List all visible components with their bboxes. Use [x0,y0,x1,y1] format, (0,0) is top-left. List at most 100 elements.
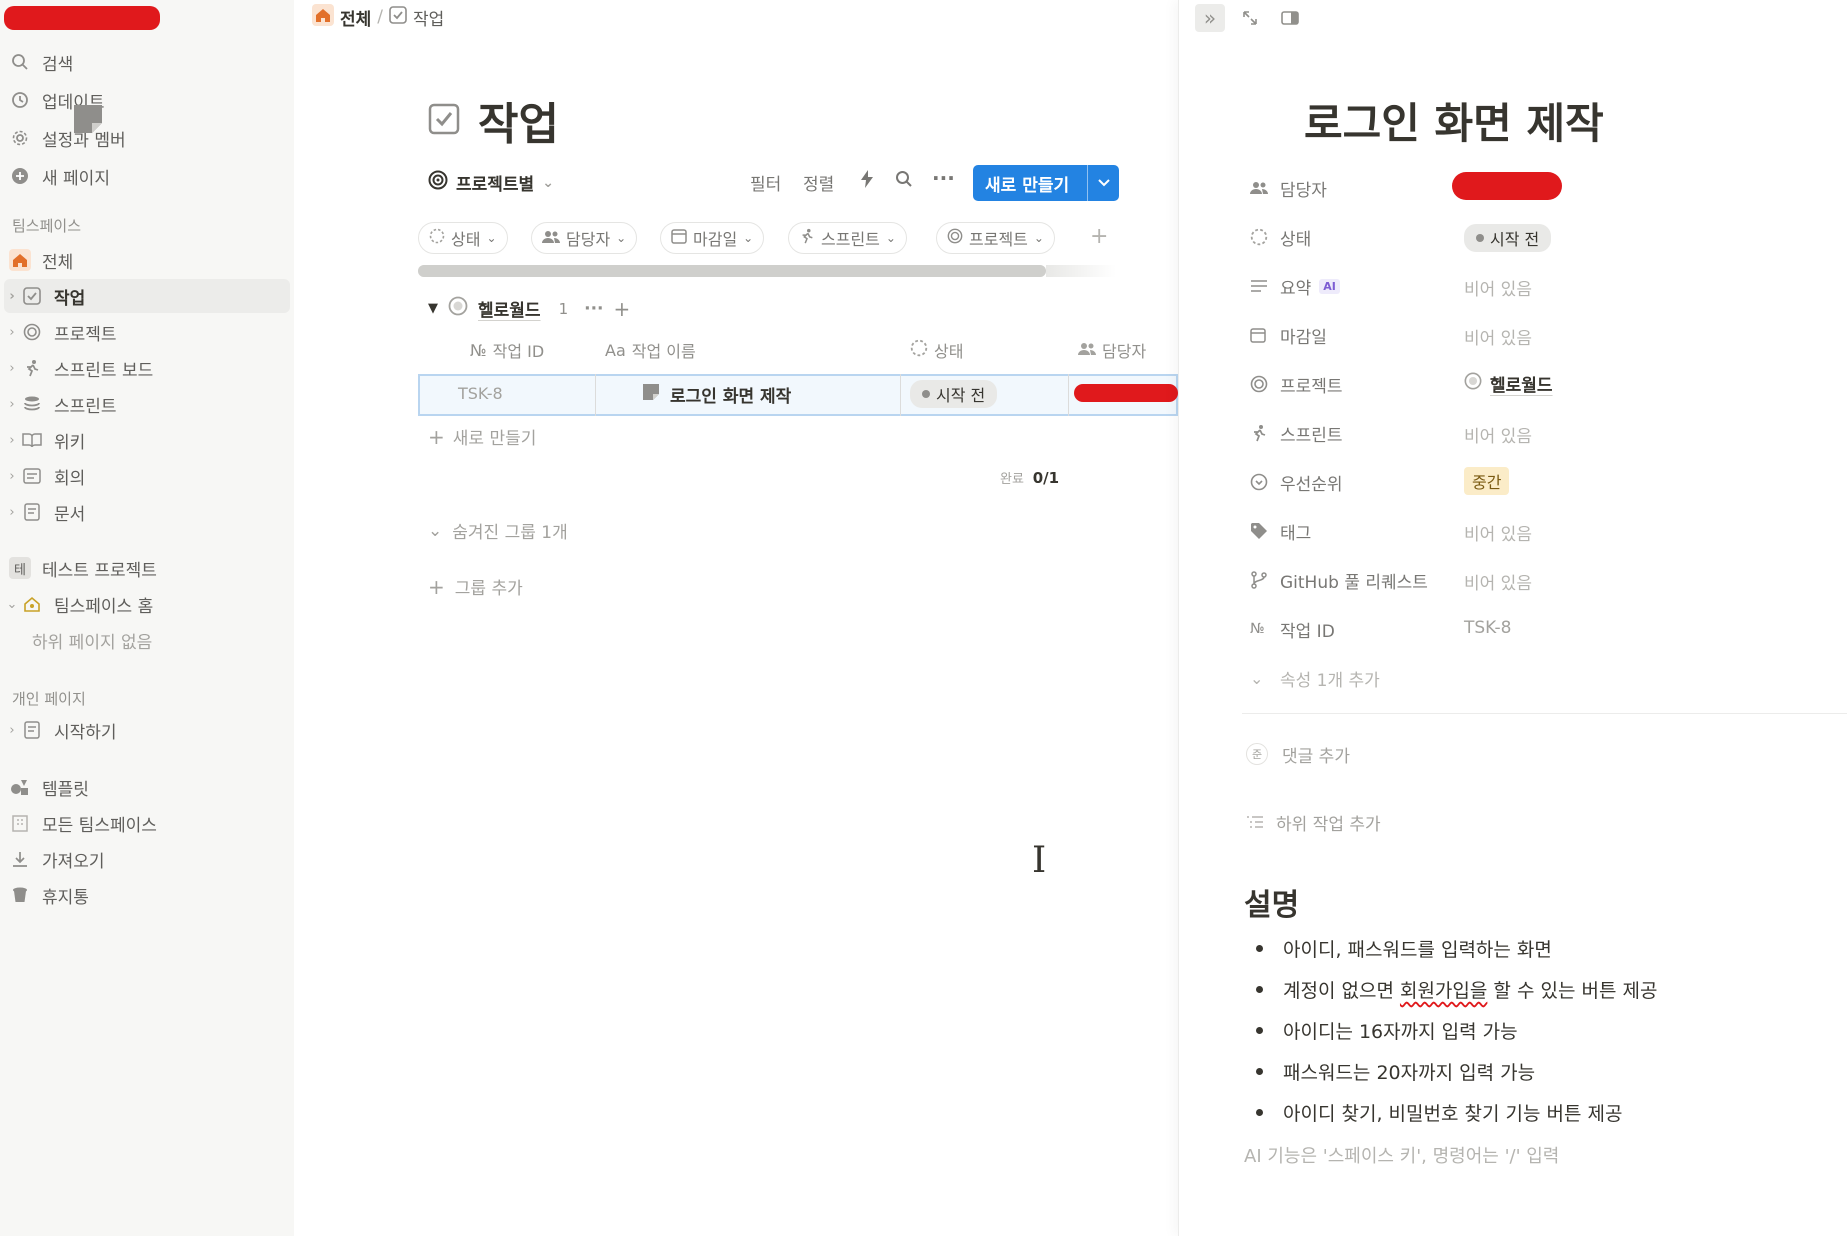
hidden-groups-toggle[interactable]: ⌄ 숨겨진 그룹 1개 [428,518,568,544]
column-header-assignee[interactable]: 담당자 [1078,338,1146,362]
sidebar-item-new-page[interactable]: 새 페이지 [8,159,290,193]
page-icon[interactable] [72,103,104,135]
add-filter-button[interactable]: + [1090,224,1108,249]
tags-value[interactable]: 비어 있음 [1464,520,1532,545]
status-value[interactable]: 시작 전 [1464,224,1552,252]
scrollbar-thumb[interactable] [418,265,1046,277]
sidebar-item-sprints[interactable]: › 스프린트 [4,387,286,421]
sidebar-item-updates[interactable]: 업데이트 [8,83,290,117]
filter-chip-status[interactable]: 상태 ⌄ [418,222,508,254]
filter-chip-due-date[interactable]: 마감일 ⌄ [660,222,765,254]
sidebar-item-getting-started[interactable]: › 시작하기 [4,713,286,747]
add-subtask[interactable]: 하위 작업 추가 [1246,804,1381,840]
chevron-down-icon[interactable] [1087,165,1119,201]
property-status[interactable]: 상태 [1250,219,1311,255]
list-item[interactable]: 아이디, 패스워드를 입력하는 화면 [1256,935,1552,962]
expand-icon[interactable] [1235,4,1265,32]
sidebar-item-trash[interactable]: 휴지통 [8,878,290,912]
page-title[interactable]: 작업 [478,88,559,152]
group-name[interactable]: 헬로월드 [478,296,541,321]
breadcrumb-home[interactable]: 전체 [340,5,371,30]
editor-placeholder[interactable]: AI 기능은 '스페이스 키', 명령어는 '/' 입력 [1244,1142,1559,1168]
sort-button[interactable]: 정렬 [803,170,834,195]
chevron-right-icon[interactable]: › [4,723,20,738]
chevron-right-icon[interactable]: › [4,469,20,484]
sidebar-item-team-home[interactable]: ⌄ 팀스페이스 홈 [4,587,286,621]
workspace-name-redacted[interactable] [4,6,160,30]
new-button[interactable]: 새로 만들기 [973,165,1119,201]
list-item[interactable]: 계정이 없으면 회원가입을 할 수 있는 버튼 제공 [1256,976,1657,1003]
view-selector[interactable]: 프로젝트별 ⌄ [428,170,554,195]
priority-value[interactable]: 중간 [1464,467,1510,495]
add-comment[interactable]: 준 댓글 추가 [1246,736,1350,772]
column-header-task-name[interactable]: Aa 작업 이름 [605,338,696,362]
column-header-status[interactable]: 상태 [910,338,963,362]
property-tags[interactable]: 태그 [1250,513,1311,549]
chevron-right-icon[interactable]: › [4,505,20,520]
property-task-id[interactable]: № 작업 ID [1250,611,1335,647]
sidebar-item-all[interactable]: 전체 [8,243,290,277]
sidebar-item-meetings[interactable]: › 회의 [4,459,286,493]
sidebar-item-wiki[interactable]: › 위키 [4,423,286,457]
add-row-button[interactable]: + 새로 만들기 [428,424,536,450]
assignee-redacted[interactable] [1074,384,1178,402]
sidebar-item-search[interactable]: 검색 [8,45,290,79]
property-assignee[interactable]: 담당자 [1250,170,1327,206]
list-item[interactable]: 아이디 찾기, 비밀번호 찾기 기능 버튼 제공 [1256,1099,1622,1126]
sidebar-item-all-teamspaces[interactable]: 모든 팀스페이스 [8,806,290,840]
sidebar-item-docs[interactable]: › 문서 [4,495,286,529]
filter-button[interactable]: 필터 [750,170,781,195]
add-group-button[interactable]: + 그룹 추가 [428,574,523,600]
due-date-value[interactable]: 비어 있음 [1464,324,1532,349]
property-summary[interactable]: 요약 AI [1250,268,1340,304]
sidebar-item-settings[interactable]: 설정과 멤버 [8,121,290,155]
chevron-right-icon[interactable]: › [4,361,20,376]
sidebar-item-import[interactable]: 가져오기 [8,842,290,876]
filter-chip-assignee[interactable]: 담당자 ⌄ [531,222,638,254]
chevron-right-icon[interactable]: › [4,433,20,448]
row-task-name[interactable]: 로그인 화면 제작 [642,382,791,407]
double-chevron-right-icon[interactable]: » [1195,4,1225,32]
table-row[interactable] [418,374,1178,416]
project-value[interactable]: 헬로월드 [1464,371,1553,396]
filter-chip-project[interactable]: 프로젝트 ⌄ [936,222,1055,254]
row-status[interactable]: 시작 전 [910,380,998,408]
sidebar-item-templates[interactable]: 템플릿 [8,770,290,804]
filter-chip-sprint[interactable]: 스프린트 ⌄ [788,222,907,254]
add-property-toggle[interactable]: ⌄ 속성 1개 추가 [1250,660,1380,696]
property-sprint[interactable]: 스프린트 [1250,415,1343,451]
breadcrumb-current[interactable]: 작업 [413,5,444,30]
property-due-date[interactable]: 마감일 [1250,317,1327,353]
page-checkbox-icon[interactable] [428,103,460,135]
triangle-down-icon[interactable]: ▼ [428,301,438,316]
sidebar-item-sprint-board[interactable]: › 스프린트 보드 [4,351,286,385]
column-header-task-id[interactable]: № 작업 ID [470,338,544,362]
sidebar-item-test-project[interactable]: 테 테스트 프로젝트 [8,551,290,585]
chevron-right-icon[interactable]: › [4,397,20,412]
assignee-value-redacted[interactable] [1452,172,1562,200]
sidebar-item-projects[interactable]: › 프로젝트 [4,315,286,349]
list-item[interactable]: 패스워드는 20자까지 입력 가능 [1256,1058,1535,1085]
property-github-pr[interactable]: GitHub 풀 리퀘스트 [1250,562,1428,598]
chevron-right-icon[interactable]: › [4,325,20,340]
property-priority[interactable]: 우선순위 [1250,464,1343,500]
automation-button[interactable] [860,170,874,193]
horizontal-scrollbar[interactable] [418,265,1116,277]
summary-value[interactable]: 비어 있음 [1464,275,1532,300]
more-options-button[interactable]: ··· [932,166,955,190]
chevron-right-icon[interactable]: › [4,289,20,304]
chevron-down-icon[interactable]: ⌄ [4,597,20,612]
peek-title[interactable]: 로그인 화면 제작 [1304,90,1604,151]
done-summary[interactable]: 완료 0/1 [1000,468,1059,487]
side-panel-icon[interactable] [1275,4,1305,32]
ellipsis-icon[interactable]: ··· [584,299,603,319]
search-button[interactable] [895,170,913,193]
list-item[interactable]: 아이디는 16자까지 입력 가능 [1256,1017,1518,1044]
task-id-value[interactable]: TSK-8 [1464,618,1512,638]
sidebar-item-tasks[interactable]: › 작업 [4,279,290,313]
github-pr-value[interactable]: 비어 있음 [1464,569,1532,594]
sprint-value[interactable]: 비어 있음 [1464,422,1532,447]
description-heading[interactable]: 설명 [1244,880,1299,924]
row-task-id[interactable]: TSK-8 [458,384,503,403]
plus-icon[interactable]: + [613,297,630,321]
